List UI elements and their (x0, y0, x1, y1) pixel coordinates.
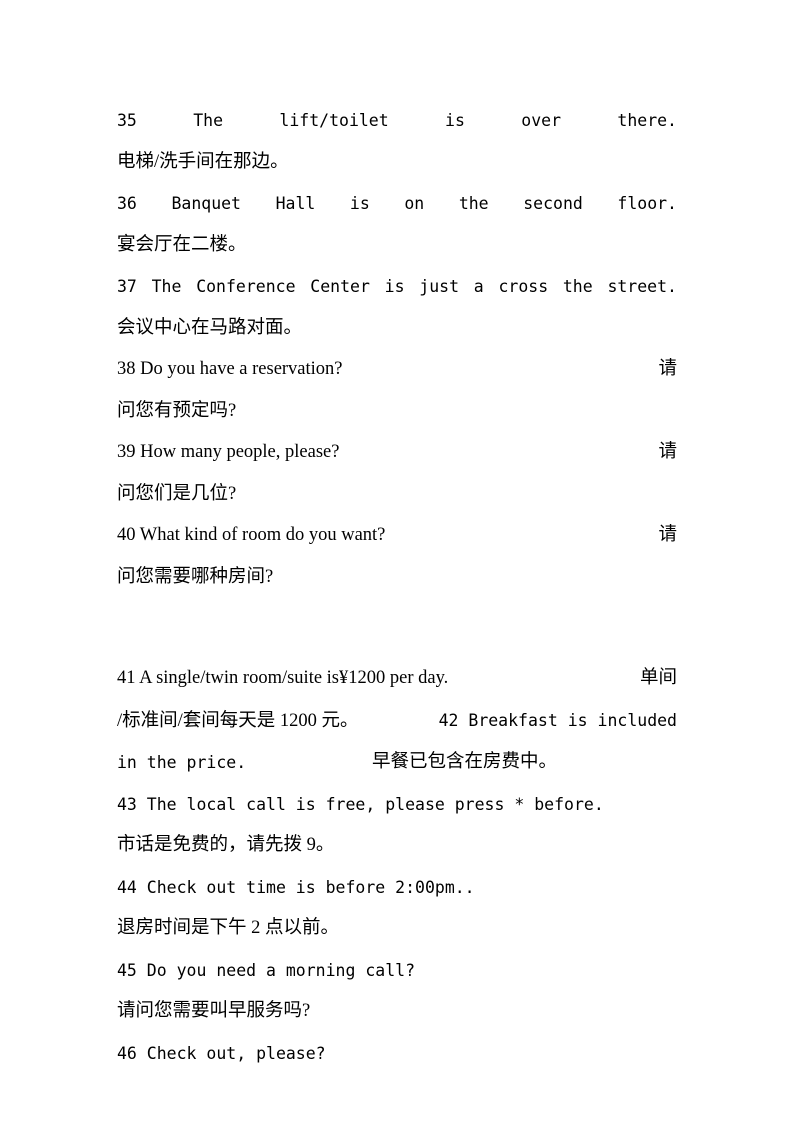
entry-35-english: 35 The lift/toilet is over there. (117, 100, 677, 142)
entry-36-english: 36 Banquet Hall is on the second floor. (117, 183, 677, 225)
entry-35-word-4: over (521, 111, 562, 130)
entry-37-chinese: 会议中心在马路对面。 (117, 317, 303, 338)
entry-41-english-text: 41 A single/twin room/suite is¥1200 per … (117, 668, 449, 688)
entry-36-word-5: the (458, 194, 489, 213)
entry-45-english: 45 Do you need a morning call? (117, 960, 416, 980)
entry-37-word-9: street. (607, 277, 677, 296)
entry-37-word-3: Center (310, 277, 370, 296)
entry-37-english: 37 The Conference Center is just a cross… (117, 266, 677, 308)
entry-41-chinese-fragment-2: /标准间/套间每天是 1200 元。 (117, 710, 359, 731)
entry-36-word-0: 36 (117, 194, 137, 213)
entry-39-english: 39 How many people, please? 请 (117, 432, 677, 474)
entry-42-english-text-part-2: in the price. (117, 753, 247, 772)
entry-38-english-text: 38 Do you have a reservation? (117, 359, 343, 379)
entry-40-overflow-char: 请 (658, 525, 677, 545)
entry-38-overflow-char: 请 (658, 359, 677, 379)
entry-39-overflow-char: 请 (658, 442, 677, 462)
entry-41-chinese-fragment-1: 单间 (639, 668, 677, 688)
entry-35-chinese: 电梯/洗手间在那边。 (117, 151, 289, 172)
entry-36-chinese: 宴会厅在二楼。 (117, 234, 247, 255)
entry-35-word-3: is (445, 111, 465, 130)
entry-44-chinese: 退房时间是下午 2 点以前。 (117, 918, 340, 938)
entry-37-word-0: 37 (117, 277, 137, 296)
entry-37-word-6: a (473, 277, 484, 296)
entry-40-chinese: 问您需要哪种房间? (117, 566, 274, 587)
entry-43-chinese: 市话是免费的，请先拨 9。 (117, 835, 335, 855)
entry-39-chinese: 问您们是几位? (117, 483, 237, 504)
entry-35-word-0: 35 (117, 111, 137, 130)
entry-36-word-1: Banquet (171, 194, 241, 213)
entry-36-word-7: floor. (617, 194, 677, 213)
entry-42-line-3: in the price. 早餐已包含在房费中。 (117, 742, 677, 784)
entry-36-word-3: is (349, 194, 370, 213)
entry-40-english-text: 40 What kind of room do you want? (117, 525, 386, 545)
entry-36-word-2: Hall (275, 194, 316, 213)
entry-37-word-8: the (562, 277, 593, 296)
entry-36-word-4: on (404, 194, 425, 213)
entry-44-english: 44 Check out time is before 2:00pm.. (117, 877, 475, 897)
entry-42-english-text-part-1: 42 Breakfast is included (438, 710, 677, 730)
entry-35-word-2: lift/toilet (279, 111, 389, 130)
entry-40-english: 40 What kind of room do you want? 请 (117, 515, 677, 557)
document-page: 35 The lift/toilet is over there. 电梯/洗手间… (117, 100, 677, 1074)
entry-45-chinese: 请问您需要叫早服务吗? (117, 1001, 311, 1021)
entry-36-word-6: second (523, 194, 583, 213)
entry-38-english: 38 Do you have a reservation? 请 (117, 349, 677, 391)
entry-37-word-5: just (419, 277, 460, 296)
entry-37-word-7: cross (498, 277, 549, 296)
entry-35-word-1: The (193, 111, 224, 130)
entry-41-line-2: /标准间/套间每天是 1200 元。 42 Breakfast is inclu… (117, 700, 677, 743)
entry-38-chinese: 问您有预定吗? (117, 400, 237, 421)
entry-37-word-1: The (151, 277, 182, 296)
entry-35-word-5: there. (617, 111, 677, 130)
entry-37-word-2: Conference (196, 277, 296, 296)
entry-39-english-text: 39 How many people, please? (117, 442, 340, 462)
entry-43-english: 43 The local call is free, please press … (117, 794, 604, 814)
entry-46-english: 46 Check out, please? (117, 1043, 326, 1063)
entry-41-line-1: 41 A single/twin room/suite is¥1200 per … (117, 658, 677, 700)
entry-42-chinese: 早餐已包含在房费中。 (372, 752, 558, 772)
entry-37-word-4: is (384, 277, 405, 296)
